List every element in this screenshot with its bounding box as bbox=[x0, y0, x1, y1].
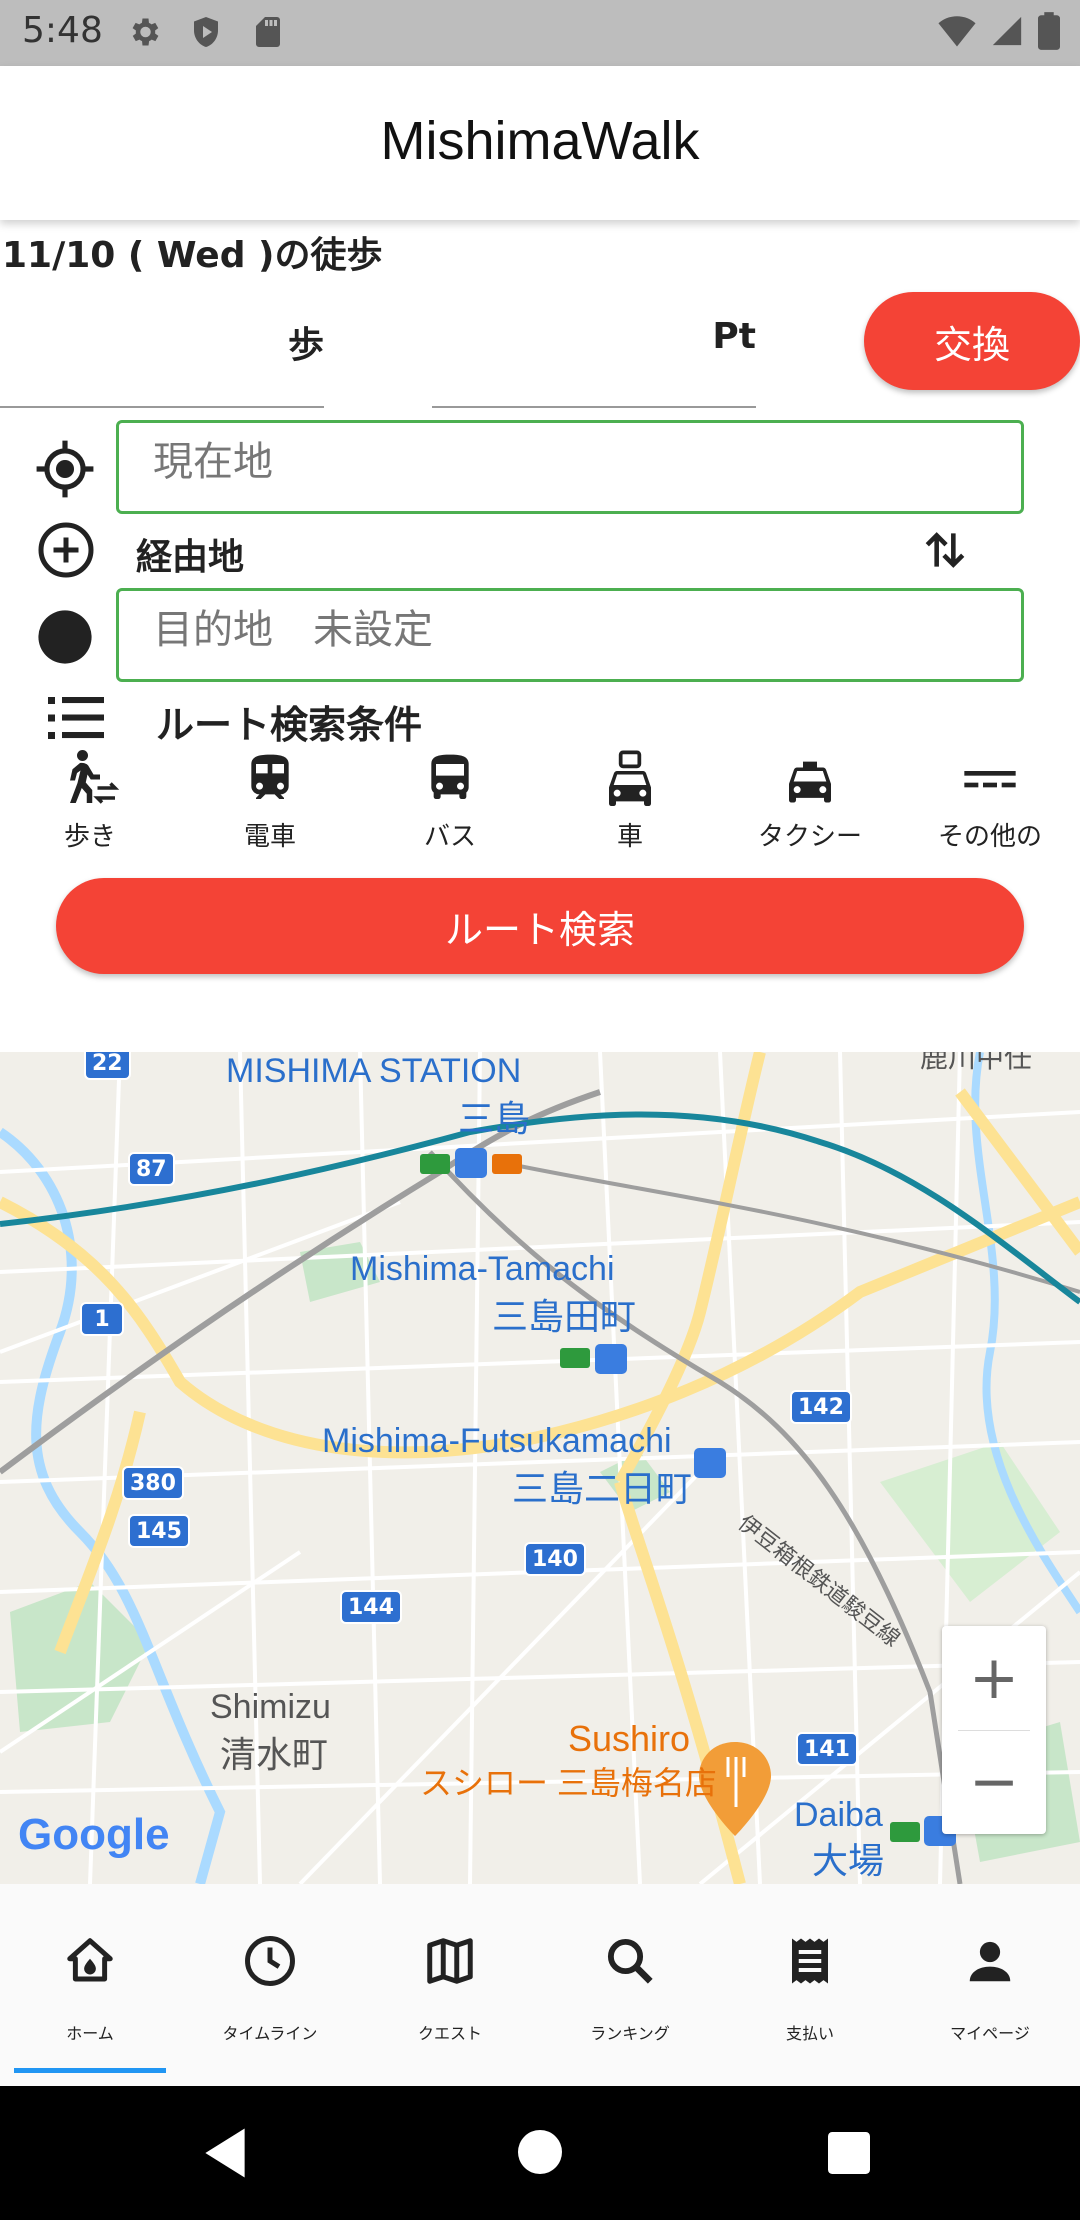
mode-walk[interactable]: 歩き bbox=[15, 748, 165, 853]
nav-mypage-label: マイページ bbox=[950, 2024, 1030, 2043]
zoom-out-button[interactable]: − bbox=[942, 1730, 1046, 1834]
nav-home-label: ホーム bbox=[66, 2024, 114, 2043]
google-logo: Google bbox=[18, 1810, 170, 1860]
map-icon bbox=[427, 1938, 473, 1984]
route-shield: 144 bbox=[340, 1590, 402, 1624]
receipt-icon bbox=[792, 1938, 828, 1984]
mode-train[interactable]: 電車 bbox=[195, 748, 345, 853]
route-conditions-label: ルート検索条件 bbox=[156, 703, 423, 747]
swap-icon[interactable] bbox=[920, 522, 970, 578]
recents-icon[interactable] bbox=[828, 2132, 870, 2174]
points-label: Pt bbox=[712, 316, 756, 357]
mode-train-label: 電車 bbox=[243, 822, 296, 852]
destination-placeholder: 目的地 未設定 bbox=[153, 607, 433, 653]
train-icon bbox=[251, 754, 289, 799]
app-title: MishimaWalk bbox=[380, 111, 700, 171]
google-logo-text: Google bbox=[18, 1810, 170, 1859]
route-shield: 22 bbox=[84, 1052, 131, 1080]
exchange-button[interactable]: 交換 bbox=[864, 292, 1080, 390]
mode-car-label: 車 bbox=[616, 822, 643, 852]
shield-icon bbox=[194, 17, 218, 47]
nav-quest[interactable]: クエスト bbox=[360, 1884, 540, 2086]
zoom-controls: + − bbox=[942, 1626, 1046, 1834]
app-bar: MishimaWalk bbox=[0, 66, 1080, 220]
clock-icon bbox=[245, 1936, 295, 1986]
via-label: 経由地 bbox=[136, 537, 245, 578]
destination-input[interactable]: 目的地 未設定 bbox=[116, 588, 1024, 682]
sd-card-icon bbox=[256, 17, 280, 47]
nav-timeline-label: タイムライン bbox=[222, 2024, 318, 2043]
route-shield: 141 bbox=[796, 1732, 858, 1766]
wifi-icon bbox=[938, 16, 976, 47]
map-label-top-right: 鹿川中任 bbox=[920, 1052, 1033, 1073]
gear-icon bbox=[132, 18, 159, 46]
map-view[interactable]: MISHIMA STATION 三島 鹿川中任 Mishima-Tamachi … bbox=[0, 1052, 1080, 1884]
route-shield: 145 bbox=[128, 1514, 190, 1548]
map-label-mishima-station-en: MISHIMA STATION bbox=[226, 1052, 522, 1090]
system-navigation-bar bbox=[0, 2086, 1080, 2220]
map-label-tamachi-en: Mishima-Tamachi bbox=[350, 1250, 615, 1288]
map-label-shimizu-jp: 清水町 bbox=[220, 1734, 329, 1775]
bottom-navigation: ホーム タイムライン クエスト ランキング 支払い マイページ bbox=[0, 1884, 1080, 2086]
map-label-futsukamachi-en: Mishima-Futsukamachi bbox=[322, 1422, 672, 1460]
map-label-futsukamachi-jp: 三島二日町 bbox=[512, 1468, 693, 1509]
route-shield: 380 bbox=[122, 1466, 184, 1500]
nav-mypage[interactable]: マイページ bbox=[900, 1884, 1080, 2086]
walk-icon bbox=[70, 750, 120, 804]
nav-ranking-label: ランキング bbox=[590, 2024, 670, 2043]
nav-ranking[interactable]: ランキング bbox=[540, 1884, 720, 2086]
points-field[interactable]: Pt bbox=[432, 290, 756, 408]
list-icon bbox=[48, 697, 104, 739]
signal-icon bbox=[992, 16, 1022, 46]
mode-car[interactable]: 車 bbox=[555, 748, 705, 853]
route-shield: 142 bbox=[790, 1390, 852, 1424]
nav-timeline[interactable]: タイムライン bbox=[180, 1884, 360, 2086]
map-label-daiba-jp: 大場 bbox=[812, 1840, 885, 1881]
destination-dot-icon bbox=[38, 610, 92, 664]
nav-active-indicator bbox=[14, 2068, 166, 2073]
route-search-button[interactable]: ルート検索 bbox=[56, 878, 1024, 974]
map-label-shimizu-en: Shimizu bbox=[210, 1688, 331, 1726]
add-via-icon[interactable] bbox=[36, 520, 96, 580]
mode-other-label: その他の bbox=[937, 822, 1042, 852]
map-label-sushiro-en: Sushiro bbox=[568, 1718, 691, 1759]
map-label-mishima-station-jp: 三島 bbox=[458, 1098, 531, 1139]
nav-quest-label: クエスト bbox=[417, 2024, 482, 2043]
map-label-daiba-en: Daiba bbox=[794, 1796, 883, 1834]
person-icon bbox=[969, 1941, 1011, 1982]
home-icon bbox=[67, 1938, 113, 1982]
mode-bus-label: バス bbox=[423, 822, 476, 852]
bus-icon bbox=[431, 754, 469, 799]
mode-taxi-label: タクシー bbox=[757, 822, 862, 852]
route-shield: 1 bbox=[80, 1302, 124, 1336]
my-location-icon[interactable] bbox=[34, 438, 96, 500]
nav-home[interactable]: ホーム bbox=[0, 1884, 180, 2086]
origin-placeholder: 現在地 bbox=[153, 439, 273, 485]
mode-bus[interactable]: バス bbox=[375, 748, 525, 853]
home-button-icon[interactable] bbox=[518, 2130, 562, 2174]
route-shield: 140 bbox=[524, 1542, 586, 1576]
taxi-icon bbox=[789, 761, 831, 803]
search-icon bbox=[607, 1938, 653, 1984]
steps-label: 歩 bbox=[287, 325, 324, 366]
mode-walk-label: 歩き bbox=[63, 822, 116, 852]
mode-taxi[interactable]: タクシー bbox=[735, 748, 885, 853]
map-label-sushiro-jp: スシロー 三島梅名店 bbox=[420, 1765, 717, 1801]
origin-input[interactable]: 現在地 bbox=[116, 420, 1024, 514]
nav-payment[interactable]: 支払い bbox=[720, 1884, 900, 2086]
steps-field[interactable]: 歩 bbox=[0, 290, 324, 408]
car-icon bbox=[609, 750, 651, 806]
date-line: 11/10 ( Wed )の徒歩 bbox=[2, 235, 383, 276]
mode-other[interactable]: その他の bbox=[915, 748, 1065, 853]
status-time: 5:48 bbox=[22, 10, 103, 51]
other-icon bbox=[964, 771, 1016, 788]
status-bar: 5:48 bbox=[0, 0, 1080, 66]
zoom-in-button[interactable]: + bbox=[942, 1626, 1046, 1730]
nav-payment-label: 支払い bbox=[785, 2024, 834, 2043]
route-shield: 87 bbox=[128, 1152, 175, 1186]
battery-icon bbox=[1038, 12, 1060, 50]
map-label-tamachi-jp: 三島田町 bbox=[492, 1296, 637, 1337]
back-icon[interactable] bbox=[200, 2126, 250, 2180]
